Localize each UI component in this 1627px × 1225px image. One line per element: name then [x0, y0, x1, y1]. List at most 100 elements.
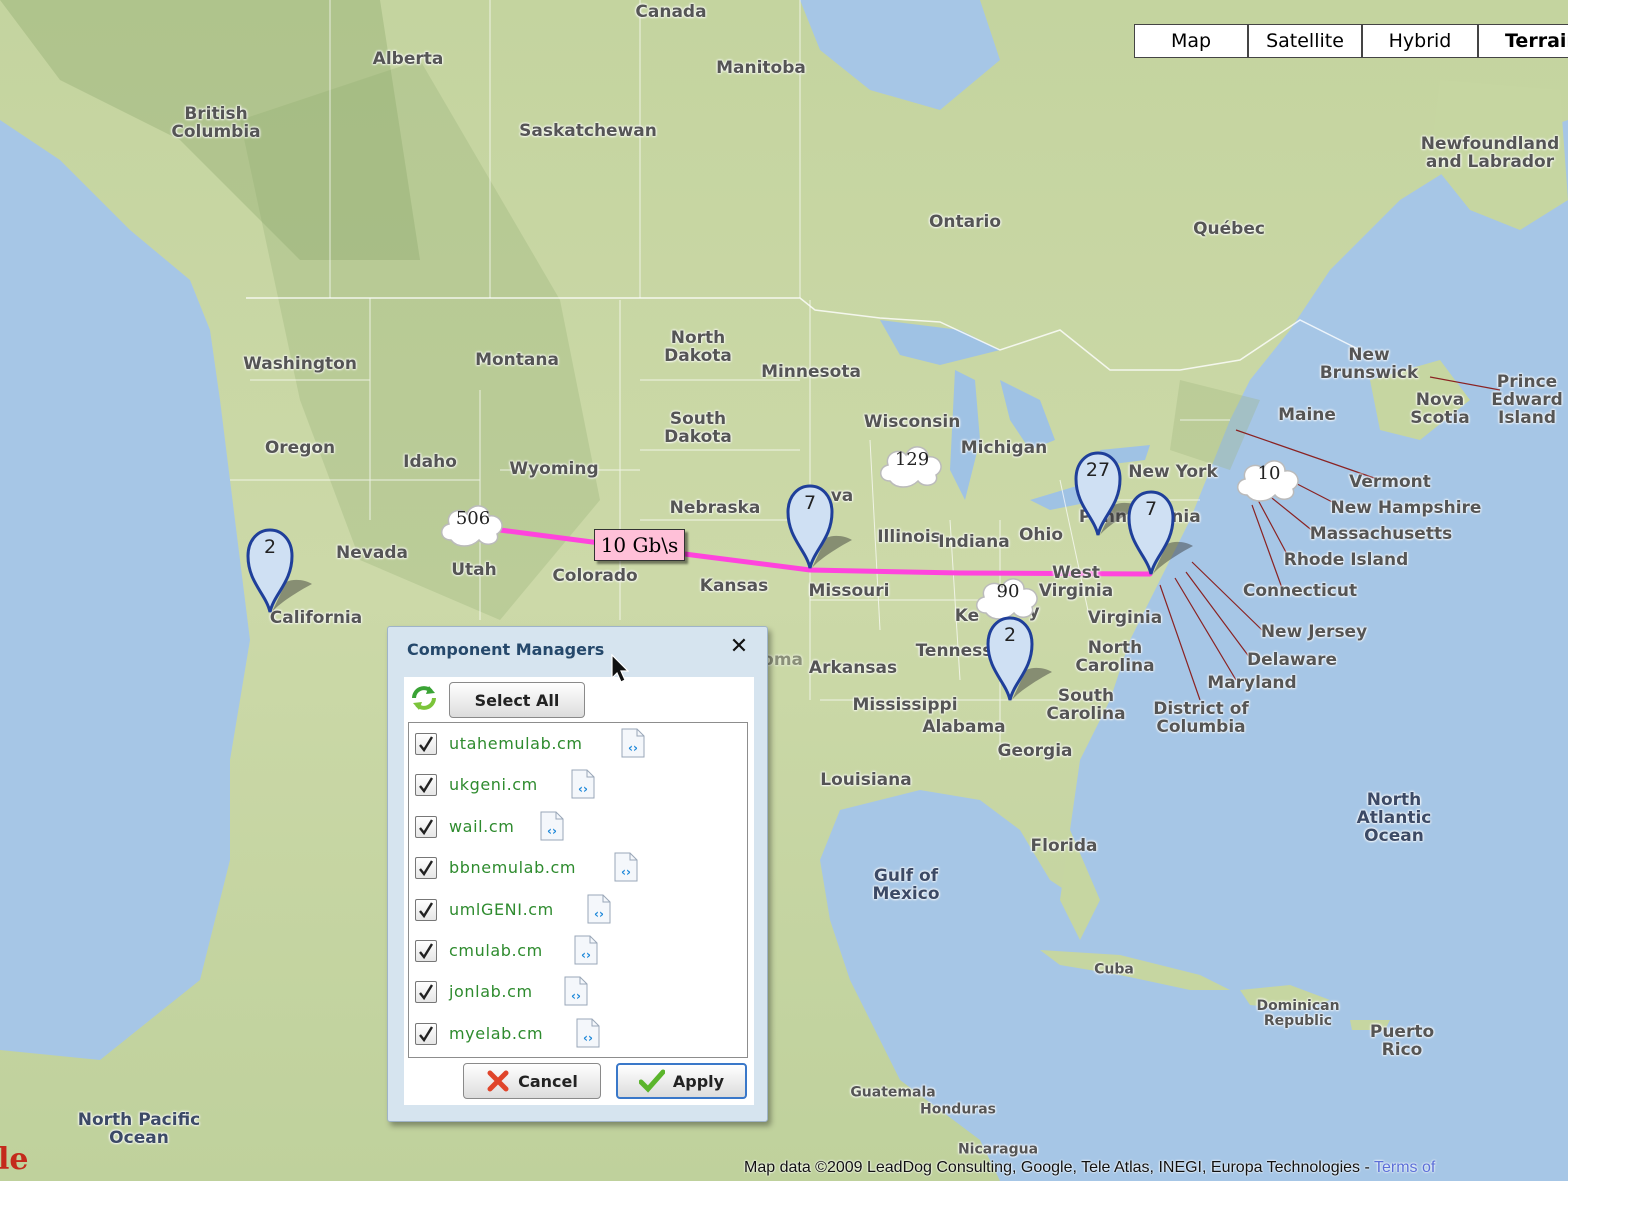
- label-puerto-rico: Puerto Rico: [1369, 1022, 1435, 1060]
- label-new-jersey: New Jersey: [1260, 622, 1368, 642]
- cancel-button[interactable]: Cancel: [463, 1063, 601, 1099]
- label-gulf-of-mexico: Gulf of Mexico: [872, 866, 940, 904]
- svg-text:‹›: ‹›: [594, 907, 604, 921]
- component-manager-name[interactable]: wail.cm: [449, 817, 514, 836]
- component-manager-name[interactable]: myelab.cm: [449, 1024, 543, 1043]
- pin-count: 7: [1144, 498, 1158, 520]
- label-district-of-columbia: District of Columbia: [1153, 699, 1249, 737]
- label-canada: Canada: [635, 2, 707, 22]
- label-indiana: Indiana: [938, 532, 1010, 552]
- svg-text:‹›: ‹›: [581, 948, 591, 962]
- google-logo[interactable]: le: [0, 1142, 28, 1177]
- checkbox[interactable]: [415, 816, 437, 838]
- xml-document-icon[interactable]: ‹›: [539, 811, 565, 841]
- component-manager-name[interactable]: cmulab.cm: [449, 941, 543, 960]
- pin-marker-missouri[interactable]: 7: [786, 484, 852, 570]
- label-massachusetts: Massachusetts: [1309, 524, 1453, 544]
- xml-document-icon[interactable]: ‹›: [570, 769, 596, 799]
- checkbox[interactable]: [415, 1023, 437, 1045]
- pin-marker-maryland[interactable]: 7: [1127, 490, 1193, 576]
- list-item: cmulab.cm ‹›: [409, 932, 745, 972]
- checkbox[interactable]: [415, 940, 437, 962]
- apply-button[interactable]: Apply: [616, 1063, 747, 1099]
- map-type-satellite-button[interactable]: Satellite: [1248, 24, 1362, 58]
- refresh-icon[interactable]: [410, 684, 438, 712]
- label-rhode-island: Rhode Island: [1283, 550, 1409, 570]
- map-type-hybrid-button[interactable]: Hybrid: [1362, 24, 1478, 58]
- map-canvas[interactable]: Canada Alberta Manitoba British Columbia…: [0, 0, 1568, 1181]
- label-british-columbia: British Columbia: [171, 104, 261, 142]
- cluster-count: 506: [455, 508, 491, 529]
- list-item: myelab.cm ‹›: [409, 1015, 745, 1055]
- dialog-title: Component Managers: [407, 640, 605, 659]
- svg-text:‹›: ‹›: [621, 865, 631, 879]
- label-wyoming: Wyoming: [509, 459, 599, 479]
- label-minnesota: Minnesota: [761, 362, 861, 382]
- map-type-map-button[interactable]: Map: [1134, 24, 1248, 58]
- label-michigan: Michigan: [960, 438, 1048, 458]
- pin-marker-california[interactable]: 2: [246, 528, 312, 614]
- cancel-x-icon: [487, 1070, 509, 1092]
- checkbox[interactable]: [415, 733, 437, 755]
- checkmark-icon: [419, 1026, 434, 1043]
- select-all-button[interactable]: Select All: [449, 682, 585, 718]
- label-arkansas: Arkansas: [808, 658, 898, 678]
- xml-document-icon[interactable]: ‹›: [575, 1018, 601, 1048]
- map-type-terrain-button[interactable]: Terrain: [1478, 24, 1568, 58]
- label-new-hampshire: New Hampshire: [1330, 498, 1482, 518]
- xml-document-icon[interactable]: ‹›: [573, 935, 599, 965]
- cluster-marker-kentucky[interactable]: 90: [972, 569, 1044, 621]
- xml-document-icon[interactable]: ‹›: [613, 852, 639, 882]
- xml-document-icon[interactable]: ‹›: [586, 894, 612, 924]
- label-alabama: Alabama: [922, 717, 1006, 737]
- cluster-marker-utah[interactable]: 506: [437, 496, 509, 548]
- list-item: umlGENI.cm ‹›: [409, 891, 745, 931]
- cluster-count: 129: [894, 449, 930, 470]
- checkbox[interactable]: [415, 981, 437, 1003]
- component-manager-list[interactable]: utahemulab.cm ‹› ukgeni.cm ‹› wail.cm ‹›…: [408, 722, 748, 1058]
- label-north-pacific: North Pacific Ocean: [77, 1110, 201, 1148]
- label-kansas: Kansas: [699, 576, 769, 596]
- checkbox[interactable]: [415, 774, 437, 796]
- label-oregon: Oregon: [264, 438, 336, 458]
- cluster-count: 90: [996, 581, 1020, 602]
- label-maryland: Maryland: [1207, 673, 1297, 693]
- component-manager-name[interactable]: jonlab.cm: [449, 982, 533, 1001]
- component-manager-name[interactable]: bbnemulab.cm: [449, 858, 576, 877]
- list-item: wail.cm ‹›: [409, 808, 745, 848]
- cluster-marker-new-england[interactable]: 10: [1233, 451, 1305, 503]
- pin-count: 2: [263, 536, 277, 558]
- label-maine: Maine: [1278, 405, 1336, 425]
- terms-link[interactable]: Terms of: [1374, 1159, 1435, 1176]
- label-prince-edward-island: Prince Edward Island: [1491, 372, 1563, 428]
- component-manager-name[interactable]: ukgeni.cm: [449, 775, 538, 794]
- pin-marker-georgia[interactable]: 2: [986, 616, 1052, 702]
- label-north-dakota: North Dakota: [664, 328, 732, 366]
- map-attribution: Map data ©2009 LeadDog Consulting, Googl…: [744, 1159, 1435, 1177]
- checkbox[interactable]: [415, 857, 437, 879]
- label-west-virginia-b: Virginia: [1038, 581, 1114, 601]
- list-item: bbnemulab.cm ‹›: [409, 849, 745, 889]
- label-montana: Montana: [475, 350, 559, 370]
- checkbox[interactable]: [415, 899, 437, 921]
- label-virginia: Virginia: [1087, 608, 1163, 628]
- pin-count: 2: [1003, 624, 1017, 646]
- svg-text:‹›: ‹›: [571, 989, 581, 1003]
- xml-document-icon[interactable]: ‹›: [563, 976, 589, 1006]
- label-illinois: Illinois: [877, 527, 941, 547]
- apply-label: Apply: [672, 1071, 725, 1091]
- checkmark-icon: [419, 984, 434, 1001]
- checkmark-icon: [419, 777, 434, 794]
- label-manitoba: Manitoba: [716, 58, 806, 78]
- label-dominican-republic: Dominican Republic: [1256, 998, 1340, 1029]
- xml-document-icon[interactable]: ‹›: [620, 728, 646, 758]
- component-manager-name[interactable]: umlGENI.cm: [449, 900, 554, 919]
- svg-text:‹›: ‹›: [547, 824, 557, 838]
- label-nebraska: Nebraska: [669, 498, 761, 518]
- component-manager-name[interactable]: utahemulab.cm: [449, 734, 583, 753]
- pin-marker-pennsylvania[interactable]: 27: [1074, 451, 1140, 537]
- cluster-marker-wisconsin[interactable]: 129: [876, 437, 948, 489]
- list-item: ukgeni.cm ‹›: [409, 766, 745, 806]
- link-bandwidth-label[interactable]: 10 Gb\s: [594, 529, 685, 561]
- close-icon[interactable]: ✕: [728, 636, 750, 658]
